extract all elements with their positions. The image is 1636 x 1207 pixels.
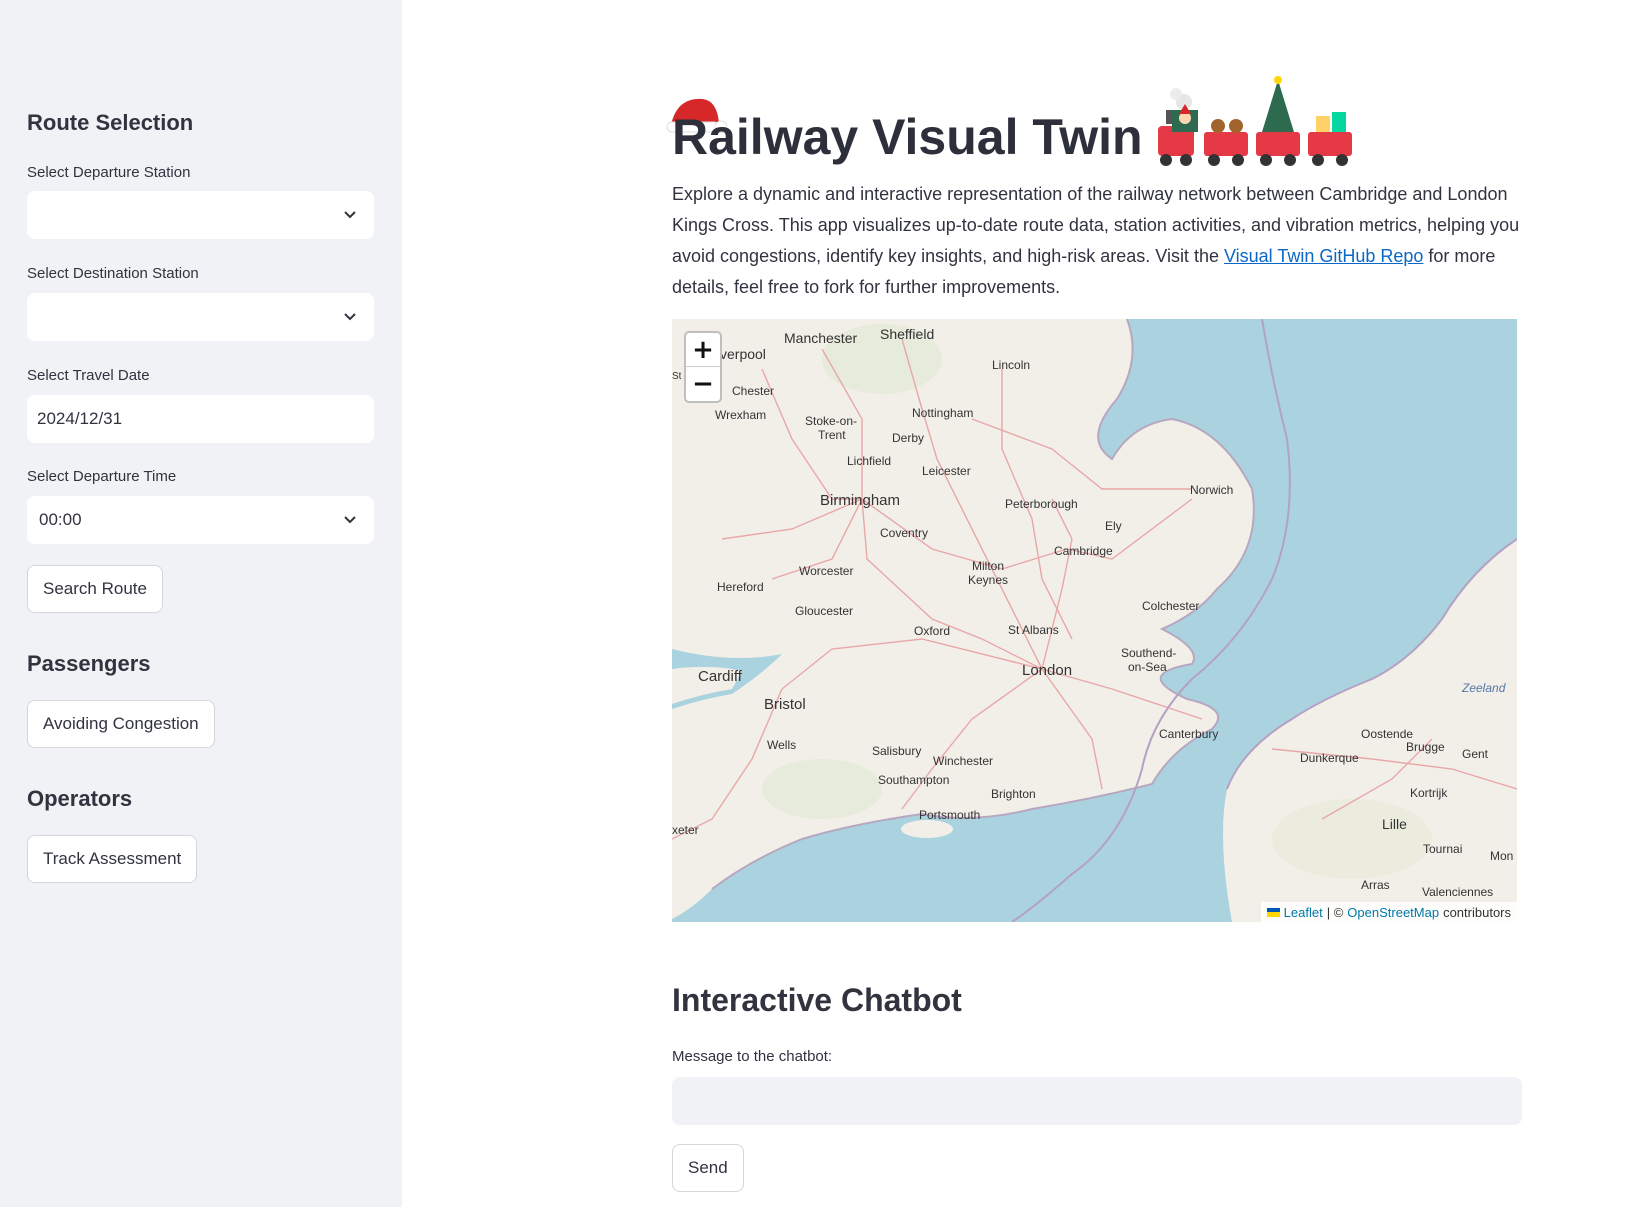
map-label-colchester: Colchester: [1142, 599, 1199, 613]
destination-station-label: Select Destination Station: [27, 265, 199, 282]
destination-station-select[interactable]: [27, 293, 374, 341]
chevron-down-icon: [344, 313, 356, 321]
chevron-down-icon: [344, 516, 356, 524]
send-button[interactable]: Send: [672, 1144, 744, 1192]
map-label-nottingham: Nottingham: [912, 406, 973, 420]
map-label-southampton: Southampton: [878, 773, 949, 787]
search-route-button[interactable]: Search Route: [27, 565, 163, 613]
map-attribution: Leaflet | © OpenStreetMap contributors: [1260, 902, 1517, 922]
map-label-arras: Arras: [1361, 878, 1390, 892]
departure-station-select[interactable]: [27, 191, 374, 239]
openstreetmap-link[interactable]: OpenStreetMap: [1347, 905, 1439, 920]
map-label-stalbans: St Albans: [1008, 623, 1059, 637]
map-tiles: Manchester Sheffield St A verpool Lincol…: [672, 319, 1517, 922]
ukraine-flag-icon: [1266, 907, 1280, 917]
map-label-salisbury: Salisbury: [872, 744, 921, 758]
departure-time-value: 00:00: [39, 510, 82, 529]
map-label-worcester: Worcester: [799, 564, 853, 578]
map-label-norwich: Norwich: [1190, 483, 1233, 497]
zoom-control: + −: [684, 331, 722, 403]
map-label-winchester: Winchester: [933, 754, 993, 768]
map-label-milton: Milton: [972, 559, 1004, 573]
map[interactable]: Manchester Sheffield St A verpool Lincol…: [672, 319, 1517, 922]
travel-date-label: Select Travel Date: [27, 367, 150, 384]
map-label-liverpool: verpool: [720, 346, 766, 362]
map-label-lille: Lille: [1382, 816, 1407, 832]
page-title: Railway Visual Twin: [672, 109, 1143, 165]
map-label-derby: Derby: [892, 431, 924, 445]
map-label-brugge: Brugge: [1406, 740, 1445, 754]
sidebar: Route Selection Select Departure Station…: [0, 0, 402, 1207]
leaflet-link[interactable]: Leaflet: [1284, 905, 1323, 920]
map-label-leicester: Leicester: [922, 464, 971, 478]
map-label-stoke: Stoke-on-: [805, 414, 857, 428]
map-label-coventry: Coventry: [880, 526, 928, 540]
map-label-manchester: Manchester: [784, 330, 857, 346]
map-label-wells: Wells: [767, 738, 796, 752]
attribution-separator: | ©: [1326, 904, 1344, 920]
track-assessment-button[interactable]: Track Assessment: [27, 835, 198, 883]
chatbot-heading: Interactive Chatbot: [672, 982, 962, 1018]
map-label-dunkerque: Dunkerque: [1300, 751, 1359, 765]
map-label-portsmouth: Portsmouth: [919, 808, 980, 822]
map-label-exeter: xeter: [672, 823, 699, 837]
map-label-mons: Mon: [1490, 849, 1513, 863]
map-label-southend: Southend-: [1121, 646, 1176, 660]
chatbot-message-label: Message to the chatbot:: [672, 1048, 833, 1065]
map-label-lichfield: Lichfield: [847, 454, 891, 468]
map-label-lincoln: Lincoln: [992, 358, 1030, 372]
map-label-oxford: Oxford: [914, 624, 950, 638]
departure-station-label: Select Departure Station: [27, 164, 191, 181]
map-label-cambridge: Cambridge: [1054, 544, 1113, 558]
map-label-canterbury: Canterbury: [1159, 727, 1218, 741]
route-selection-heading: Route Selection: [27, 110, 194, 135]
departure-time-label: Select Departure Time: [27, 468, 177, 485]
departure-time-select[interactable]: 00:00: [27, 496, 374, 544]
map-label-gloucester: Gloucester: [795, 604, 853, 618]
map-label-valenciennes: Valenciennes: [1422, 885, 1493, 899]
travel-date-input[interactable]: 2024/12/31: [27, 395, 374, 443]
map-label-london: London: [1022, 662, 1072, 679]
map-label-tournai: Tournai: [1423, 842, 1462, 856]
christmas-train-icon: [1158, 76, 1352, 166]
map-label-brighton: Brighton: [991, 787, 1036, 801]
map-label-gent: Gent: [1462, 747, 1489, 761]
map-label-onsea: on-Sea: [1128, 660, 1167, 674]
zoom-out-button[interactable]: −: [686, 367, 720, 401]
map-label-hereford: Hereford: [717, 580, 764, 594]
attribution-tail: contributors: [1443, 904, 1511, 920]
map-label-ely: Ely: [1105, 519, 1122, 533]
map-label-keynes: Keynes: [968, 573, 1008, 587]
map-label-wrexham: Wrexham: [715, 408, 766, 422]
avoiding-congestion-button[interactable]: Avoiding Congestion: [27, 700, 215, 748]
map-label-oostende: Oostende: [1361, 727, 1413, 741]
map-label-stoke2: Trent: [818, 428, 846, 442]
chevron-down-icon: [344, 211, 356, 219]
chatbot-message-input[interactable]: [672, 1077, 1522, 1125]
map-label-cardiff: Cardiff: [698, 668, 743, 685]
map-label-zeeland: Zeeland: [1461, 681, 1506, 695]
map-label-peterborough: Peterborough: [1005, 497, 1078, 511]
zoom-in-button[interactable]: +: [686, 333, 720, 367]
github-repo-link[interactable]: Visual Twin GitHub Repo: [1224, 246, 1423, 266]
map-label-bristol: Bristol: [764, 696, 806, 713]
passengers-heading: Passengers: [27, 651, 151, 676]
map-label-sheffield: Sheffield: [880, 326, 934, 342]
map-label-chester: Chester: [732, 384, 774, 398]
map-label-birmingham: Birmingham: [820, 492, 900, 509]
description: Explore a dynamic and interactive repres…: [672, 179, 1522, 303]
travel-date-value: 2024/12/31: [37, 409, 123, 428]
map-label-kortrijk: Kortrijk: [1410, 786, 1448, 800]
operators-heading: Operators: [27, 786, 133, 811]
